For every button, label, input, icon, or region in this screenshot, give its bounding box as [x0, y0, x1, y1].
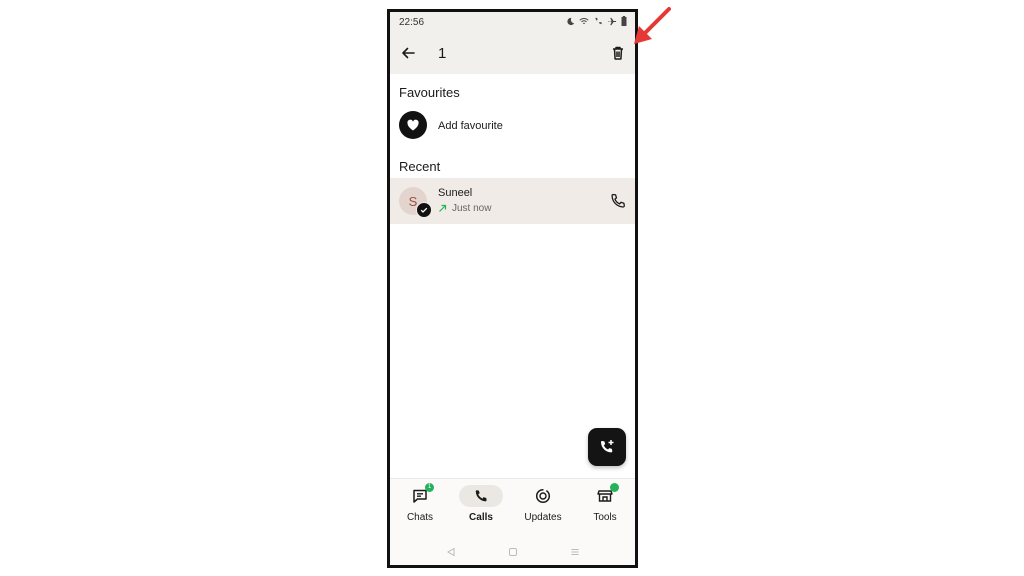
system-navigation-bar [390, 538, 635, 565]
airplane-icon [608, 17, 617, 25]
menu-lines-icon [571, 549, 579, 555]
check-icon [420, 207, 428, 213]
status-updates-icon [535, 488, 551, 504]
nav-tools-label: Tools [593, 512, 617, 523]
nav-tools-pill [583, 483, 627, 507]
selection-app-bar: 1 [390, 32, 635, 74]
status-bar: 22:56 [390, 12, 635, 32]
nav-updates-pill [521, 485, 565, 507]
status-icons [566, 16, 627, 26]
moon-icon [567, 17, 575, 25]
system-back-button[interactable] [446, 544, 456, 562]
call-meta: Just now [438, 203, 491, 214]
tools-new-dot [610, 483, 619, 492]
square-home-icon [509, 548, 517, 556]
trash-icon [613, 46, 623, 60]
system-recents-button[interactable] [570, 544, 580, 562]
nav-tools[interactable]: Tools [577, 483, 633, 533]
outgoing-call-arrow-icon [439, 204, 447, 212]
nav-calls-pill [459, 485, 503, 507]
phone-screen: 22:56 1 Favourites Add favourite Recent … [387, 9, 638, 568]
bottom-navigation: 1 Chats Calls Updates Tools [390, 478, 635, 539]
back-button[interactable] [398, 43, 418, 63]
wifi-icon [579, 17, 589, 24]
recent-heading: Recent [399, 159, 441, 174]
add-favourite-label: Add favourite [438, 120, 503, 132]
recent-call-row[interactable]: S Suneel Just now [390, 178, 635, 224]
nav-calls[interactable]: Calls [453, 485, 509, 533]
nav-chats-label: Chats [406, 512, 434, 523]
nav-updates[interactable]: Updates [515, 485, 571, 533]
battery-icon [621, 16, 627, 26]
add-favourite-avatar [399, 111, 427, 139]
add-call-icon [600, 440, 614, 453]
nav-updates-label: Updates [524, 512, 562, 523]
arrow-back-icon [402, 47, 415, 59]
contact-name: Suneel [438, 187, 473, 199]
call-button[interactable] [609, 192, 627, 210]
phone-icon [611, 193, 625, 208]
delete-button[interactable] [608, 43, 628, 63]
nav-chats[interactable]: 1 Chats [392, 483, 448, 533]
triangle-back-icon [447, 547, 455, 557]
nav-chats-pill: 1 [398, 483, 442, 507]
selected-check-badge [416, 202, 432, 218]
chats-unread-badge: 1 [425, 483, 434, 492]
add-favourite-row[interactable]: Add favourite [390, 110, 635, 146]
favourites-heading: Favourites [399, 85, 460, 100]
new-call-fab[interactable] [588, 428, 626, 466]
heart-icon [407, 119, 419, 131]
system-home-button[interactable] [508, 544, 518, 562]
selected-count: 1 [438, 45, 447, 62]
wifi-calling-icon [595, 17, 602, 24]
call-time: Just now [452, 203, 492, 214]
red-arrow-annotation-icon [634, 7, 671, 44]
phone-icon [475, 490, 487, 502]
status-time: 22:56 [399, 17, 425, 28]
nav-calls-label: Calls [469, 512, 493, 523]
